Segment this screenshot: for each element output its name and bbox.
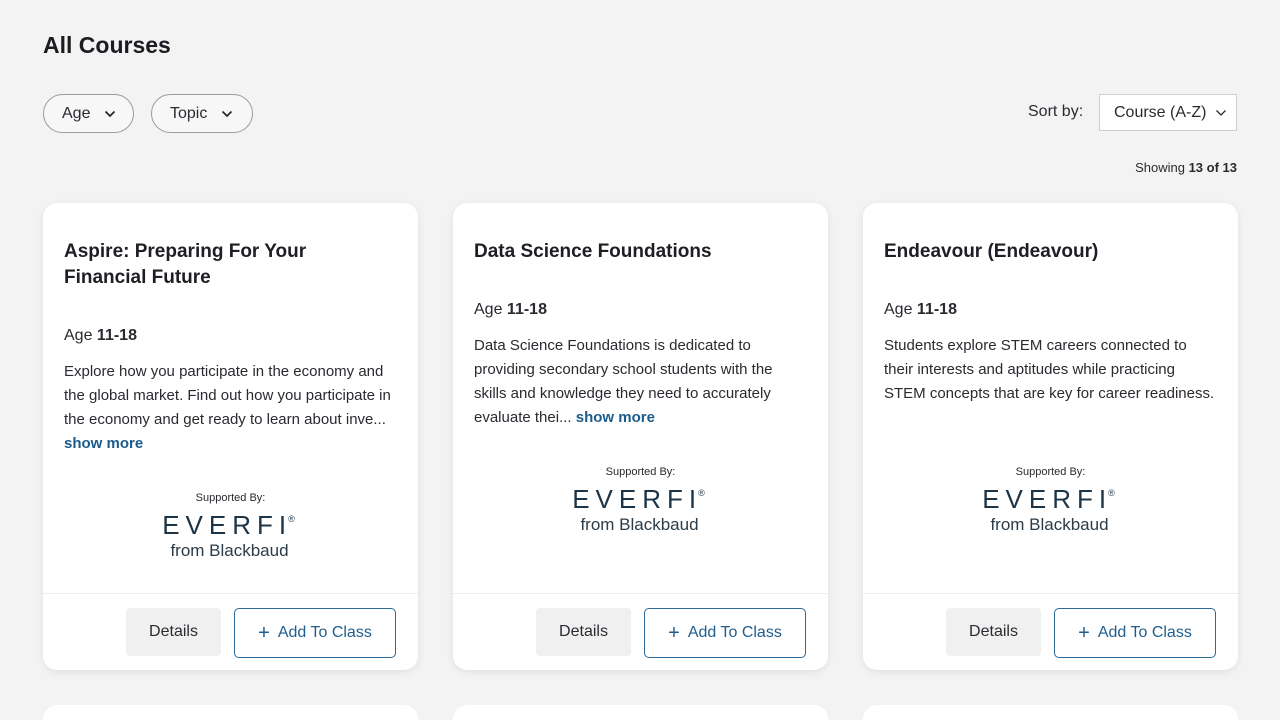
add-to-class-label: Add To Class bbox=[1097, 624, 1192, 641]
details-button[interactable]: Details bbox=[946, 608, 1041, 656]
course-description: Explore how you participate in the econo… bbox=[64, 360, 399, 456]
age-range: 11-18 bbox=[506, 301, 547, 318]
sponsor-sub: from Blackbaud bbox=[990, 515, 1109, 534]
course-card: Endeavour (Endeavour) Age 11-18 Students… bbox=[863, 203, 1238, 670]
supported-by-label: Supported By: bbox=[605, 466, 676, 478]
plus-icon: + bbox=[668, 622, 680, 644]
sort-label: Sort by: bbox=[1028, 103, 1084, 120]
course-title: Data Science Foundations bbox=[474, 241, 712, 262]
sponsor-logo: EVERFI® from Blackbaud bbox=[863, 484, 1238, 535]
topic-filter-dropdown[interactable]: Topic bbox=[151, 94, 253, 133]
age-filter-dropdown[interactable]: Age bbox=[43, 94, 134, 133]
course-title: Aspire: Preparing For Your Financial Fut… bbox=[64, 241, 307, 288]
sponsor-sub: from Blackbaud bbox=[580, 515, 699, 534]
description-text: Explore how you participate in the econo… bbox=[64, 363, 391, 428]
age-prefix: Age bbox=[474, 301, 503, 318]
add-to-class-button[interactable]: + Add To Class bbox=[234, 608, 396, 658]
card-footer: Details + Add To Class bbox=[863, 593, 1238, 670]
sort-selected-value: Course (A-Z) bbox=[1114, 103, 1207, 121]
add-to-class-label: Add To Class bbox=[687, 624, 782, 641]
sort-select[interactable]: Course (A-Z) bbox=[1099, 94, 1237, 131]
add-to-class-button[interactable]: + Add To Class bbox=[1054, 608, 1216, 658]
courses-page: All Courses Age Topic Sort by: Course (A… bbox=[0, 0, 1280, 720]
chevron-down-icon bbox=[105, 110, 116, 117]
course-description: Students explore STEM careers connected … bbox=[884, 334, 1219, 406]
age-range: 11-18 bbox=[96, 327, 137, 344]
chevron-down-icon bbox=[222, 110, 233, 117]
plus-icon: + bbox=[1078, 622, 1090, 644]
details-button[interactable]: Details bbox=[536, 608, 631, 656]
sponsor-sub: from Blackbaud bbox=[170, 541, 289, 560]
course-card: Aspire: Preparing For Your Financial Fut… bbox=[43, 203, 418, 670]
course-card: Data Science Foundations Age 11-18 Data … bbox=[453, 203, 828, 670]
description-text: Students explore STEM careers connected … bbox=[884, 337, 1215, 402]
course-age: Age 11-18 bbox=[474, 301, 547, 319]
everfi-logo: EVERFI® bbox=[162, 510, 295, 540]
age-prefix: Age bbox=[884, 301, 913, 318]
card-footer: Details + Add To Class bbox=[43, 593, 418, 670]
course-card-partial bbox=[863, 705, 1238, 720]
card-footer: Details + Add To Class bbox=[453, 593, 828, 670]
course-age: Age 11-18 bbox=[884, 301, 957, 319]
course-title: Endeavour (Endeavour) bbox=[884, 241, 1099, 262]
plus-icon: + bbox=[258, 622, 270, 644]
supported-by-label: Supported By: bbox=[195, 492, 266, 504]
course-card-partial bbox=[453, 705, 828, 720]
results-count: Showing 13 of 13 bbox=[1135, 160, 1237, 175]
add-to-class-button[interactable]: + Add To Class bbox=[644, 608, 806, 658]
add-to-class-label: Add To Class bbox=[277, 624, 372, 641]
show-more-link[interactable]: show more bbox=[64, 435, 143, 452]
course-description: Data Science Foundations is dedicated to… bbox=[474, 334, 809, 430]
age-filter-label: Age bbox=[62, 104, 91, 122]
everfi-logo: EVERFI® bbox=[982, 484, 1115, 514]
course-age: Age 11-18 bbox=[64, 327, 137, 345]
course-card-partial bbox=[43, 705, 418, 720]
supported-by-label: Supported By: bbox=[1015, 466, 1086, 478]
age-prefix: Age bbox=[64, 327, 93, 344]
details-button[interactable]: Details bbox=[126, 608, 221, 656]
page-title: All Courses bbox=[43, 32, 171, 58]
topic-filter-label: Topic bbox=[170, 104, 208, 122]
everfi-logo: EVERFI® bbox=[572, 484, 705, 514]
results-count-prefix: Showing bbox=[1135, 160, 1185, 175]
sponsor-logo: EVERFI® from Blackbaud bbox=[43, 510, 418, 561]
chevron-down-icon bbox=[1216, 110, 1226, 116]
results-count-value: 13 of 13 bbox=[1188, 160, 1237, 175]
show-more-link[interactable]: show more bbox=[576, 409, 655, 426]
sponsor-logo: EVERFI® from Blackbaud bbox=[453, 484, 828, 535]
age-range: 11-18 bbox=[916, 301, 957, 318]
